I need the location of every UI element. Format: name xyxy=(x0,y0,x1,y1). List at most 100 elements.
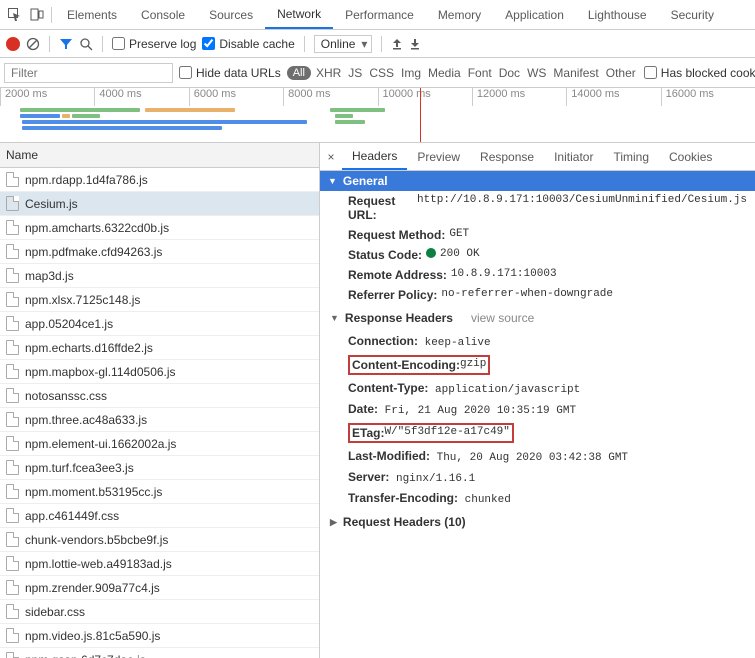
filter-type-css[interactable]: CSS xyxy=(367,66,396,80)
request-row[interactable]: notosanssc.css xyxy=(0,384,319,408)
filter-type-other[interactable]: Other xyxy=(604,66,638,80)
filter-bar: Hide data URLs AllXHRJSCSSImgMediaFontDo… xyxy=(0,58,755,88)
has-blocked-checkbox[interactable]: Has blocked cookie xyxy=(644,66,755,80)
request-row[interactable]: npm.lottie-web.a49183ad.js xyxy=(0,552,319,576)
request-row[interactable]: chunk-vendors.b5bcbe9f.js xyxy=(0,528,319,552)
file-icon xyxy=(6,436,19,451)
record-button[interactable] xyxy=(6,37,20,51)
filter-type-js[interactable]: JS xyxy=(346,66,364,80)
file-icon xyxy=(6,316,19,331)
file-icon xyxy=(6,388,19,403)
file-icon xyxy=(6,556,19,571)
request-row[interactable]: npm.zrender.909a77c4.js xyxy=(0,576,319,600)
request-row[interactable]: npm.pdfmake.cfd94263.js xyxy=(0,240,319,264)
name-column-header[interactable]: Name xyxy=(0,143,319,168)
tab-network[interactable]: Network xyxy=(265,0,333,29)
request-row[interactable]: app.05204ce1.js xyxy=(0,312,319,336)
preserve-log-checkbox[interactable]: Preserve log xyxy=(112,37,196,51)
detail-tab-headers[interactable]: Headers xyxy=(342,143,407,170)
throttling-select[interactable]: Online ▾ xyxy=(314,35,373,53)
filter-input[interactable] xyxy=(4,63,173,83)
response-headers-section[interactable]: Response Headersview source xyxy=(320,305,755,331)
request-name: npm.mapbox-gl.114d0506.js xyxy=(25,365,176,379)
request-row[interactable]: npm.mapbox-gl.114d0506.js xyxy=(0,360,319,384)
tab-console[interactable]: Console xyxy=(129,0,197,29)
request-name: npm.video.js.81c5a590.js xyxy=(25,629,160,643)
header-row: Date: Fri, 21 Aug 2020 10:35:19 GMT xyxy=(320,399,755,420)
filter-type-doc[interactable]: Doc xyxy=(497,66,522,80)
request-name: npm.turf.fcea3ee3.js xyxy=(25,461,134,475)
request-row[interactable]: app.c461449f.css xyxy=(0,504,319,528)
request-row[interactable]: npm.video.js.81c5a590.js xyxy=(0,624,319,648)
detail-tab-response[interactable]: Response xyxy=(470,143,544,170)
request-name: npm.three.ac48a633.js xyxy=(25,413,147,427)
header-row: Referrer Policy:no-referrer-when-downgra… xyxy=(320,285,755,305)
request-list: Name npm.rdapp.1d4fa786.js Cesium.js npm.a… xyxy=(0,143,320,658)
detail-tab-initiator[interactable]: Initiator xyxy=(544,143,603,170)
hide-data-urls-checkbox[interactable]: Hide data URLs xyxy=(179,66,281,80)
detail-tab-preview[interactable]: Preview xyxy=(407,143,470,170)
detail-tab-timing[interactable]: Timing xyxy=(603,143,659,170)
request-row[interactable]: map3d.js xyxy=(0,264,319,288)
request-row[interactable]: Cesium.js xyxy=(0,192,319,216)
header-row: ETag: W/"5f3df12e-a17c49" xyxy=(320,420,755,446)
tab-elements[interactable]: Elements xyxy=(55,0,129,29)
request-name: npm.amcharts.6322cd0b.js xyxy=(25,221,169,235)
view-source-link[interactable]: view source xyxy=(471,311,534,325)
search-icon[interactable] xyxy=(79,37,93,51)
filter-type-manifest[interactable]: Manifest xyxy=(551,66,600,80)
timeline-overview[interactable]: 2000 ms4000 ms6000 ms8000 ms10000 ms1200… xyxy=(0,88,755,143)
request-name: app.c461449f.css xyxy=(25,509,119,523)
request-row[interactable]: npm.three.ac48a633.js xyxy=(0,408,319,432)
request-name: Cesium.js xyxy=(25,197,78,211)
request-row[interactable]: sidebar.css xyxy=(0,600,319,624)
tab-memory[interactable]: Memory xyxy=(426,0,493,29)
filter-type-ws[interactable]: WS xyxy=(525,66,548,80)
file-icon xyxy=(6,484,19,499)
status-dot-icon xyxy=(426,248,436,258)
request-name: npm.xlsx.7125c148.js xyxy=(25,293,140,307)
detail-tab-cookies[interactable]: Cookies xyxy=(659,143,722,170)
request-row[interactable]: npm.element-ui.1662002a.js xyxy=(0,432,319,456)
device-icon[interactable] xyxy=(26,8,48,22)
file-icon xyxy=(6,292,19,307)
timeline-tick: 2000 ms xyxy=(0,88,94,106)
request-row[interactable]: npm.turf.fcea3ee3.js xyxy=(0,456,319,480)
filter-type-font[interactable]: Font xyxy=(466,66,494,80)
request-row[interactable]: npm.echarts.d16ffde2.js xyxy=(0,336,319,360)
request-row[interactable]: npm.xlsx.7125c148.js xyxy=(0,288,319,312)
inspect-icon[interactable] xyxy=(4,8,26,22)
header-row: Content-Encoding: gzip xyxy=(320,352,755,378)
tab-lighthouse[interactable]: Lighthouse xyxy=(576,0,659,29)
request-row[interactable]: npm.gsap.6d7c7dae.js xyxy=(0,648,319,658)
tab-sources[interactable]: Sources xyxy=(197,0,265,29)
filter-type-xhr[interactable]: XHR xyxy=(314,66,343,80)
request-row[interactable]: npm.rdapp.1d4fa786.js xyxy=(0,168,319,192)
request-row[interactable]: npm.amcharts.6322cd0b.js xyxy=(0,216,319,240)
file-icon xyxy=(6,412,19,427)
general-section-header[interactable]: General xyxy=(320,171,755,191)
filter-type-img[interactable]: Img xyxy=(399,66,423,80)
filter-type-media[interactable]: Media xyxy=(426,66,463,80)
upload-icon[interactable] xyxy=(391,38,403,50)
header-row: Server: nginx/1.16.1 xyxy=(320,467,755,488)
request-name: app.05204ce1.js xyxy=(25,317,113,331)
tab-performance[interactable]: Performance xyxy=(333,0,426,29)
file-icon xyxy=(6,604,19,619)
filter-icon[interactable] xyxy=(59,37,73,51)
file-icon xyxy=(6,364,19,379)
request-row[interactable]: npm.moment.b53195cc.js xyxy=(0,480,319,504)
tab-application[interactable]: Application xyxy=(493,0,576,29)
request-headers-section[interactable]: Request Headers (10) xyxy=(320,509,755,535)
filter-type-all[interactable]: All xyxy=(287,66,311,80)
request-name: notosanssc.css xyxy=(25,389,107,403)
download-icon[interactable] xyxy=(409,38,421,50)
close-details-icon[interactable]: × xyxy=(320,150,342,164)
request-name: npm.lottie-web.a49183ad.js xyxy=(25,557,172,571)
clear-icon[interactable] xyxy=(26,37,40,51)
request-name: map3d.js xyxy=(25,269,74,283)
tab-security[interactable]: Security xyxy=(659,0,726,29)
request-name: npm.rdapp.1d4fa786.js xyxy=(25,173,148,187)
header-row: Last-Modified: Thu, 20 Aug 2020 03:42:38… xyxy=(320,446,755,467)
disable-cache-checkbox[interactable]: Disable cache xyxy=(202,37,294,51)
